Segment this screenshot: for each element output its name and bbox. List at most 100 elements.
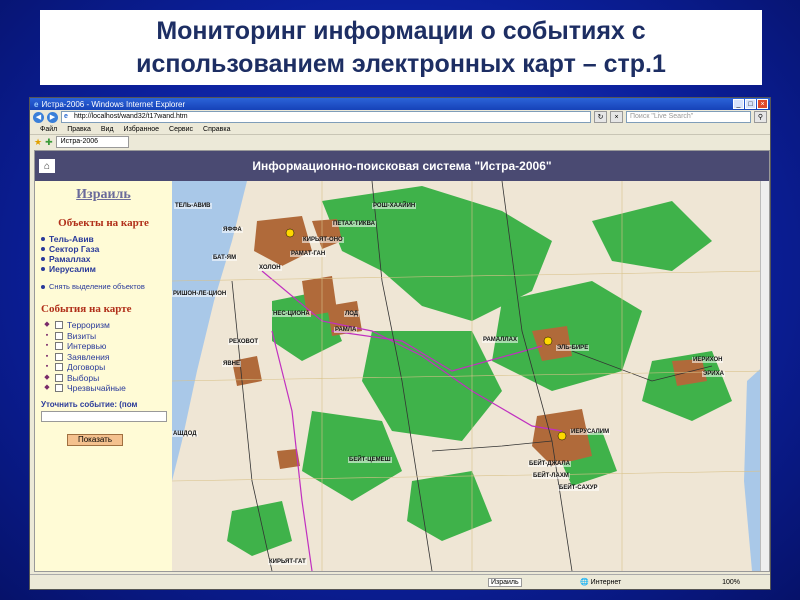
tab-istra[interactable]: Истра-2006	[55, 136, 130, 148]
browser-window: e Истра-2006 - Windows Internet Explorer…	[29, 97, 771, 590]
bullet-icon	[41, 247, 45, 251]
menu-tools[interactable]: Сервис	[169, 126, 193, 133]
terror-icon: ◆	[44, 321, 50, 328]
map-label[interactable]: БЕЙТ-САХУР	[558, 485, 599, 491]
map-label[interactable]: КИРЬЯТ-ГАТ	[268, 559, 307, 565]
object-item[interactable]: Сектор Газа	[41, 244, 166, 254]
map-label[interactable]: БЕЙТ-ДЖАЛА	[528, 461, 571, 467]
status-zone: 🌐 Интернет	[580, 579, 622, 586]
bullet-icon	[41, 237, 45, 241]
event-checkbox[interactable]	[55, 373, 63, 382]
events-list: ◆ Терроризм ▪ Визиты ▪ Интервью ▪ Заявления …	[41, 320, 166, 394]
visit-icon: ▪	[45, 331, 49, 339]
map-label[interactable]: РОШ-ХААЙИН	[372, 203, 417, 209]
map-label[interactable]: РЕХОВОТ	[228, 339, 260, 345]
event-checkbox[interactable]	[55, 363, 63, 372]
favorites-star-icon[interactable]: ★	[34, 137, 42, 148]
event-checkbox[interactable]	[55, 384, 63, 393]
event-item: ◆ Выборы	[44, 372, 100, 383]
map-view[interactable]: ТЕЛЬ-АВИВ ЯФФА БАТ-ЯМ ХОЛОН РАМАТ-ГАН КИ…	[172, 181, 769, 571]
object-item[interactable]: Иерусалим	[41, 264, 166, 274]
close-button[interactable]: ×	[757, 99, 768, 109]
map-label[interactable]: РАМАТ-ГАН	[290, 251, 327, 257]
map-label[interactable]: РАМАЛЛАХ	[482, 337, 518, 343]
objects-title: Объекты на карте	[58, 217, 149, 229]
event-checkbox[interactable]	[55, 331, 63, 340]
search-icon[interactable]: ⚲	[754, 111, 767, 123]
map-label[interactable]: КИРЬЯТ-ОНО	[302, 237, 344, 243]
map-label[interactable]: ЛОД	[344, 311, 360, 317]
map-label[interactable]: ИЕРИХОН	[692, 357, 724, 363]
slide-title-box: Мониторинг информации о событиях с испол…	[40, 10, 762, 85]
map-label[interactable]: НЕС-ЦИОНА	[272, 311, 311, 317]
object-item[interactable]: Тель-Авив	[41, 234, 166, 244]
show-button[interactable]: Показать	[67, 433, 123, 446]
app-title: Информационно-поисковая система "Истра-2…	[252, 159, 552, 173]
bullet-icon	[41, 285, 45, 289]
map-label[interactable]: ЭРИХА	[702, 371, 725, 377]
bullet-icon	[41, 257, 45, 261]
window-title: Истра-2006 - Windows Internet Explorer	[41, 99, 186, 109]
country-title[interactable]: Израиль	[41, 187, 166, 203]
map-label[interactable]: РИШОН-ЛЕ-ЦИОН	[172, 291, 228, 297]
app-banner: ⌂ Информационно-поисковая система "Истра…	[35, 151, 769, 181]
statement-icon: ▪	[45, 352, 49, 360]
objects-list: Тель-Авив Сектор Газа Рамаллах Иерусалим	[41, 234, 166, 274]
clear-selection-link[interactable]: Снять выделение объектов	[41, 282, 166, 291]
menu-edit[interactable]: Правка	[67, 126, 91, 133]
map-label[interactable]: ХОЛОН	[258, 265, 282, 271]
map-label[interactable]: ЭЛЬ-БИРЕ	[556, 345, 590, 351]
search-input[interactable]: Поиск "Live Search"	[626, 111, 751, 123]
map-label[interactable]: БАТ-ЯМ	[212, 255, 238, 261]
treaty-icon: ▪	[45, 363, 49, 370]
refine-label: Уточнить событие: (пом	[41, 399, 138, 409]
event-item: ◆ Чрезвычайные	[44, 383, 126, 393]
event-checkbox[interactable]	[55, 342, 63, 351]
menu-help[interactable]: Справка	[203, 126, 230, 133]
minimize-button[interactable]: _	[733, 99, 744, 109]
map-label[interactable]: ПЕТАХ-ТИКВА	[332, 221, 376, 227]
event-item: ▪ Визиты	[41, 331, 166, 342]
stop-button[interactable]: ×	[610, 111, 623, 123]
status-israel-tooltip: Израиль	[488, 577, 522, 587]
events-title: События на карте	[41, 303, 132, 315]
map-label[interactable]: ТЕЛЬ-АВИВ	[174, 203, 212, 209]
emergency-icon: ◆	[44, 384, 50, 391]
window-titlebar[interactable]: e Истра-2006 - Windows Internet Explorer…	[30, 98, 770, 110]
maximize-button[interactable]: □	[745, 99, 756, 109]
menu-file[interactable]: Файл	[40, 126, 57, 133]
object-item[interactable]: Рамаллах	[41, 254, 166, 264]
event-item: ▪ Заявления	[41, 352, 166, 363]
window-controls: _ □ ×	[733, 99, 768, 109]
map-label[interactable]: БЕЙТ-ЛАХМ	[532, 473, 570, 479]
back-button[interactable]: ◀	[33, 111, 44, 123]
zoom-level[interactable]: 100%	[722, 579, 740, 586]
map-canvas	[172, 181, 769, 571]
page-content: ⌂ Информационно-поисковая система "Истра…	[34, 150, 770, 572]
map-vertical-scrollbar[interactable]	[760, 181, 769, 571]
event-item: ◆ Терроризм	[44, 320, 110, 330]
election-icon: ◆	[44, 373, 50, 381]
map-label[interactable]: ЯФФА	[222, 227, 243, 233]
refine-input[interactable]	[41, 410, 167, 422]
menu-view[interactable]: Вид	[101, 126, 114, 133]
event-item: ▪ Интервью	[41, 341, 166, 352]
forward-button[interactable]: ▶	[47, 111, 58, 123]
slide-title: Мониторинг информации о событиях с испол…	[136, 16, 666, 78]
map-label[interactable]: ЯВНЕ	[222, 361, 241, 367]
add-favorites-icon[interactable]: ✚	[45, 137, 53, 148]
sidebar: Израиль Объекты на карте Тель-Авив Секто…	[35, 181, 172, 571]
map-label[interactable]: БЕЙТ-ЦЕМЕШ	[348, 457, 392, 463]
map-label[interactable]: ИЕРУСАЛИМ	[570, 429, 611, 435]
event-checkbox[interactable]	[55, 352, 63, 361]
map-label[interactable]: АШДОД	[172, 431, 198, 437]
ie-logo-icon: e	[34, 99, 39, 109]
menu-favorites[interactable]: Избранное	[124, 126, 159, 133]
url-input[interactable]: http://localhost/wand32/t17wand.htm	[61, 111, 591, 123]
refresh-button[interactable]: ↻	[594, 111, 607, 123]
map-label[interactable]: РАМЛА	[334, 327, 358, 333]
interview-icon: ▪	[45, 342, 49, 349]
tabs-bar: ★ ✚ Истра-2006	[30, 135, 770, 149]
event-item: ▪ Договоры	[41, 362, 166, 373]
event-checkbox[interactable]	[55, 321, 63, 330]
